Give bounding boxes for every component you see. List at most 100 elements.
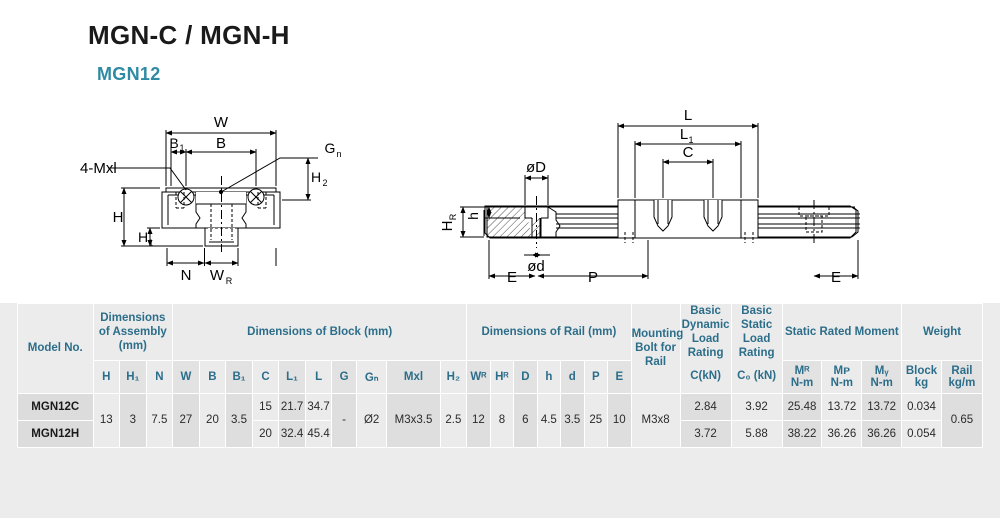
subheader-MR-symbol: Mᴿ xyxy=(794,364,810,377)
subheader-MR: Mᴿ N-m xyxy=(781,359,823,394)
cell-MY-row1: 13.72 xyxy=(861,392,903,421)
subheader-B: B xyxy=(198,359,227,394)
cell-E: 10 xyxy=(607,392,632,448)
cell-block-weight-row1: 0.034 xyxy=(901,392,942,421)
group-basic-dynamic-load-rating: Basic Dynamic Load Rating xyxy=(679,303,732,361)
cell-W: 27 xyxy=(172,392,200,448)
group-dimensions-of-block: Dimensions of Block (mm) xyxy=(172,303,468,361)
label-C: C xyxy=(683,144,694,161)
subheader-WR: Wᴿ xyxy=(466,359,491,394)
subheader-h: h xyxy=(536,359,562,394)
subheader-H1: H₁ xyxy=(119,359,147,394)
group-dimensions-of-rail: Dimensions of Rail (mm) xyxy=(466,303,632,361)
cell-mounting-bolt: M3x8 xyxy=(630,392,681,448)
subheader-MY: Mᵧ N-m xyxy=(861,359,903,394)
cell-h: 4.5 xyxy=(536,392,562,448)
cell-C-row2: 20 xyxy=(251,419,280,448)
cell-H2: 2.5 xyxy=(439,392,468,448)
label-od: ød xyxy=(527,258,545,275)
cell-B1: 3.5 xyxy=(225,392,253,448)
label-H1: H xyxy=(138,229,148,245)
group-weight: Weight xyxy=(901,303,983,361)
cell-static-row2: 5.88 xyxy=(730,419,783,448)
cell-dynamic-row2: 3.72 xyxy=(679,419,732,448)
subheader-Mxl: Mxl xyxy=(386,359,441,394)
label-E-left: E xyxy=(507,269,517,286)
table-sub-header-row: H H₁ N W B B₁ C L₁ L G Gₙ Mxl H₂ Wᴿ Hᴿ D… xyxy=(18,359,984,394)
subheader-L: L xyxy=(304,359,333,394)
cell-MR-row1: 25.48 xyxy=(781,392,823,421)
specification-table: Model No. Dimensions of Assembly (mm) Di… xyxy=(17,303,984,448)
subheader-weight-rail: Rail kg/m xyxy=(940,359,984,394)
drawings-svg: W B B 1 G n 4-Mxl H 2 H H 1 N W R L L 1 … xyxy=(80,107,860,286)
subheader-Gn: Gₙ xyxy=(355,359,388,394)
label-WR: W xyxy=(210,267,225,284)
cell-B: 20 xyxy=(198,392,227,448)
cell-D: 6 xyxy=(513,392,538,448)
subheader-block-label: Block xyxy=(905,364,938,377)
label-B1-sub: 1 xyxy=(179,143,184,153)
group-mounting-bolt-for-rail: Mounting Bolt for Rail xyxy=(630,303,683,394)
cell-HR: 8 xyxy=(489,392,515,448)
cell-H: 13 xyxy=(92,392,121,448)
label-H2-sub: 2 xyxy=(322,178,327,188)
cell-d: 3.5 xyxy=(560,392,585,448)
cell-WR: 12 xyxy=(466,392,491,448)
label-Gn: G xyxy=(325,140,336,156)
subheader-G: G xyxy=(331,359,357,394)
subheader-L1: L₁ xyxy=(278,359,306,394)
subheader-rail-unit: kg/m xyxy=(948,376,976,389)
subheader-block-unit: kg xyxy=(914,376,929,389)
label-B1: B xyxy=(169,135,178,151)
subheader-W: W xyxy=(172,359,200,394)
subheader-C0-kN: C₀ (kN) xyxy=(730,360,783,394)
cell-model-mgn12c: MGN12C xyxy=(17,392,94,421)
page-title: MGN-C / MGN-H xyxy=(88,20,290,50)
cell-L-row1: 34.7 xyxy=(304,392,333,421)
subheader-MP: Mᴘ N-m xyxy=(821,359,863,394)
subheader-weight-block: Block kg xyxy=(901,359,942,394)
label-N: N xyxy=(181,267,192,284)
table-row: MGN12C 13 3 7.5 27 20 3.5 15 21.7 34.7 -… xyxy=(17,392,984,448)
cell-MP-row1: 13.72 xyxy=(821,392,863,421)
subheader-MR-unit: N-m xyxy=(790,376,814,389)
cell-rail-weight: 0.65 xyxy=(940,392,984,448)
label-Gn-sub: n xyxy=(336,149,341,159)
group-dimensions-of-assembly: Dimensions of Assembly (mm) xyxy=(92,303,174,361)
model-series-subtitle: MGN12 xyxy=(97,64,161,84)
label-oD: øD xyxy=(526,159,546,176)
cell-block-weight-row2: 0.054 xyxy=(901,419,942,448)
cell-H1: 3 xyxy=(119,392,147,448)
subheader-N: N xyxy=(145,359,174,394)
cell-L1-row1: 21.7 xyxy=(278,392,306,421)
label-L1: L xyxy=(680,126,688,143)
label-H1-sub: 1 xyxy=(148,238,153,248)
group-basic-static-load-rating: Basic Static Load Rating xyxy=(730,303,783,361)
cell-Mxl: M3x3.5 xyxy=(386,392,441,448)
group-static-rated-moment: Static Rated Moment xyxy=(781,303,903,361)
cell-G: - xyxy=(331,392,357,448)
label-HR-sub: R xyxy=(448,213,458,220)
technical-drawings: W B B 1 G n 4-Mxl H 2 H H 1 N W R L L 1 … xyxy=(0,100,1000,300)
cell-L1-row2: 32.4 xyxy=(278,419,306,448)
subheader-P: P xyxy=(583,359,609,394)
subheader-D: D xyxy=(513,359,538,394)
specification-table-wrap: Model No. Dimensions of Assembly (mm) Di… xyxy=(0,303,1000,518)
subheader-B1: B₁ xyxy=(225,359,253,394)
table-group-header-row: Model No. Dimensions of Assembly (mm) Di… xyxy=(17,303,983,394)
label-H2: H xyxy=(311,169,321,185)
label-H: H xyxy=(113,209,124,226)
label-WR-sub: R xyxy=(226,276,233,286)
cell-C-row1: 15 xyxy=(251,392,280,421)
cell-MR-row2: 38.22 xyxy=(781,419,823,448)
subheader-MP-symbol: Mᴘ xyxy=(833,364,851,377)
subheader-d: d xyxy=(560,359,585,394)
cell-P: 25 xyxy=(583,392,609,448)
subheader-MY-unit: N-m xyxy=(870,376,893,389)
subheader-H2: H₂ xyxy=(439,359,468,394)
subheader-C: C xyxy=(251,359,280,394)
cell-MY-row2: 36.26 xyxy=(861,419,903,448)
cell-L-row2: 45.4 xyxy=(304,419,333,448)
cell-model-mgn12h: MGN12H xyxy=(17,419,94,448)
cell-MP-row2: 36.26 xyxy=(821,419,863,448)
